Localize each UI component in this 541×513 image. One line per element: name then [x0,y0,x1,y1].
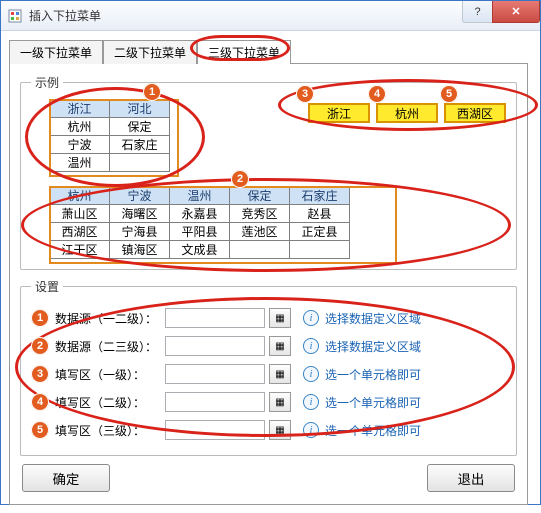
example-legend: 示例 [31,74,63,91]
settings-row-2: 2 数据源（二三级）： ▦ i 选择数据定义区域 [31,333,506,359]
table2-cell: 竞秀区 [230,205,290,223]
row-hint: 选一个单元格即可 [325,366,421,383]
row-hint: 选一个单元格即可 [325,422,421,439]
row-label: 数据源（一二级）： [55,310,165,327]
table2-cell [290,241,350,259]
row-badge-3: 3 [31,365,49,383]
table-districts: 杭州 宁波 温州 保定 石家庄 萧山区 海曙区 永嘉县 竞秀区 赵县 西 [49,186,350,259]
range-picker-button[interactable]: ▦ [269,308,291,328]
row-label: 填写区（二级）： [55,394,165,411]
badge-4: 4 [368,85,386,103]
result-cells: 3 4 5 浙江 杭州 西湖区 [308,103,506,123]
settings-row-5: 5 填写区（三级）： ▦ i 选一个单元格即可 [31,417,506,443]
row-hint: 选一个单元格即可 [325,394,421,411]
info-icon: i [303,310,319,326]
table2-cell: 赵县 [290,205,350,223]
fillcell3-input[interactable] [165,420,265,440]
table2-cell: 宁海县 [110,223,170,241]
row-label: 填写区（三级）： [55,422,165,439]
table2-cell: 海曙区 [110,205,170,223]
tab-level2[interactable]: 二级下拉菜单 [103,40,197,64]
tabs: 一级下拉菜单 二级下拉菜单 三级下拉菜单 [9,39,532,63]
table2-cell: 江干区 [50,241,110,259]
table-provinces: 浙江 河北 杭州 保定 宁波 石家庄 温州 [49,99,170,172]
example-group: 示例 浙江 河北 杭州 保定 宁波 [20,74,517,270]
row-badge-5: 5 [31,421,49,439]
tab-panel: 示例 浙江 河北 杭州 保定 宁波 [9,63,528,505]
range-picker-icon: ▦ [275,397,284,408]
table2-cell: 西湖区 [50,223,110,241]
row-label: 数据源（二三级）： [55,338,165,355]
help-button[interactable]: ? [462,1,492,23]
table2-cell: 永嘉县 [170,205,230,223]
table2-header: 石家庄 [290,187,350,205]
row-label: 填写区（一级）： [55,366,165,383]
settings-row-4: 4 填写区（二级）： ▦ i 选一个单元格即可 [31,389,506,415]
table2-cell [230,241,290,259]
row-badge-4: 4 [31,393,49,411]
bottom-bar: 确定 退出 [20,464,517,492]
table1-cell: 温州 [50,154,110,172]
row-badge-1: 1 [31,309,49,327]
range-picker-button[interactable]: ▦ [269,420,291,440]
result-cell-district: 西湖区 [444,103,506,123]
tab-level3[interactable]: 三级下拉菜单 [197,40,291,64]
table2-cell: 镇海区 [110,241,170,259]
settings-row-1: 1 数据源（一二级）： ▦ i 选择数据定义区域 [31,305,506,331]
table2-cell: 正定县 [290,223,350,241]
table1-cell: 保定 [110,118,170,136]
titlebar: 插入下拉菜单 ? ✕ [1,1,540,31]
settings-group: 设置 1 数据源（一二级）： ▦ i 选择数据定义区域 2 数据源（二三级）： … [20,278,517,456]
table1-cell: 杭州 [50,118,110,136]
table1-cell: 石家庄 [110,136,170,154]
range-picker-button[interactable]: ▦ [269,392,291,412]
close-button[interactable]: ✕ [492,1,540,23]
table2-cell: 平阳县 [170,223,230,241]
exit-button[interactable]: 退出 [427,464,515,492]
range-picker-icon: ▦ [275,341,284,352]
result-cell-city: 杭州 [376,103,438,123]
table2-header: 温州 [170,187,230,205]
info-icon: i [303,422,319,438]
range-picker-button[interactable]: ▦ [269,364,291,384]
table1-cell: 宁波 [50,136,110,154]
table2-header: 宁波 [110,187,170,205]
fillcell1-input[interactable] [165,364,265,384]
range-picker-icon: ▦ [275,313,284,324]
settings-row-3: 3 填写区（一级）： ▦ i 选一个单元格即可 [31,361,506,387]
info-icon: i [303,366,319,382]
table1-header: 河北 [110,100,170,118]
close-icon: ✕ [511,5,520,18]
row-hint: 选择数据定义区域 [325,310,421,327]
range-picker-button[interactable]: ▦ [269,336,291,356]
app-icon [7,8,23,24]
table2-cell: 萧山区 [50,205,110,223]
range-picker-icon: ▦ [275,425,284,436]
datasource23-input[interactable] [165,336,265,356]
result-cell-province: 浙江 [308,103,370,123]
window-title: 插入下拉菜单 [29,7,101,24]
table2-header: 保定 [230,187,290,205]
fillcell2-input[interactable] [165,392,265,412]
tab-level1[interactable]: 一级下拉菜单 [9,40,103,64]
table2-header: 杭州 [50,187,110,205]
window-buttons: ? ✕ [462,1,540,23]
badge-3: 3 [296,85,314,103]
row-badge-2: 2 [31,337,49,355]
info-icon: i [303,394,319,410]
client-area: 一级下拉菜单 二级下拉菜单 三级下拉菜单 示例 浙江 河北 杭州 [1,31,540,513]
settings-legend: 设置 [31,278,63,295]
info-icon: i [303,338,319,354]
badge-5: 5 [440,85,458,103]
badge-1: 1 [143,83,161,101]
datasource12-input[interactable] [165,308,265,328]
table2-cell: 莲池区 [230,223,290,241]
table1-cell [110,154,170,172]
ok-button[interactable]: 确定 [22,464,110,492]
table1-header: 浙江 [50,100,110,118]
row-hint: 选择数据定义区域 [325,338,421,355]
range-picker-icon: ▦ [275,369,284,380]
badge-2: 2 [231,170,249,188]
table2-cell: 文成县 [170,241,230,259]
